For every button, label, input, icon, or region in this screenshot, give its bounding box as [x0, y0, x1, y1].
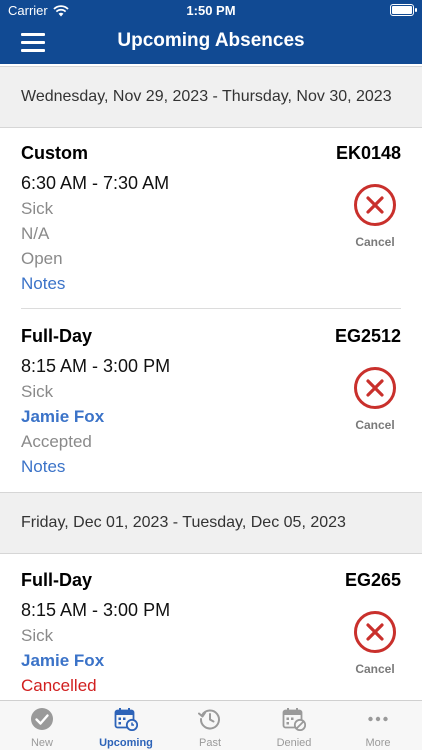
checkmark-circle-icon: [31, 708, 53, 730]
tab-past[interactable]: Past: [168, 701, 252, 750]
cancel-x-icon[interactable]: [354, 184, 396, 226]
tab-denied[interactable]: Denied: [252, 701, 336, 750]
status-bar: Carrier 1:50 PM: [0, 0, 422, 22]
notes-link[interactable]: Notes: [21, 274, 65, 294]
cancel-label: Cancel: [355, 418, 395, 432]
notes-link[interactable]: Notes: [21, 457, 65, 477]
absence-card-ek0148[interactable]: Custom EK0148 6:30 AM - 7:30 AM Sick N/A…: [0, 128, 422, 308]
section-header-2: Friday, Dec 01, 2023 - Tuesday, Dec 05, …: [0, 492, 422, 554]
absence-type: Custom: [21, 143, 88, 163]
substitute-name[interactable]: Jamie Fox: [21, 651, 104, 671]
section-date-range: Wednesday, Nov 29, 2023 - Thursday, Nov …: [21, 88, 392, 105]
section-header-1: Wednesday, Nov 29, 2023 - Thursday, Nov …: [0, 66, 422, 128]
cancel-label: Cancel: [355, 235, 395, 249]
absence-code: EK0148: [335, 143, 401, 163]
tab-label: More: [365, 737, 391, 749]
tab-new[interactable]: New: [0, 701, 84, 750]
absence-card-eg265[interactable]: Full-Day EG265 8:15 AM - 3:00 PM Sick Ja…: [0, 555, 422, 700]
absence-type: Full-Day: [21, 570, 93, 590]
page-title: Upcoming Absences: [117, 30, 305, 51]
absence-reason: Sick: [21, 626, 54, 645]
absence-status: Accepted: [21, 432, 92, 451]
absence-type: Full-Day: [21, 326, 93, 346]
cancel-x-icon[interactable]: [354, 611, 396, 653]
calendar-clock-icon: [114, 708, 138, 731]
calendar-denied-icon: [282, 708, 306, 731]
absence-status: Cancelled: [21, 676, 97, 695]
cancel-x-icon[interactable]: [354, 367, 396, 409]
absence-reason: Sick: [21, 199, 54, 218]
tab-label: Upcoming: [99, 737, 153, 749]
navigation-bar: Upcoming Absences: [0, 22, 422, 64]
absence-time: 6:30 AM - 7:30 AM: [21, 173, 170, 193]
section-date-range: Friday, Dec 01, 2023 - Tuesday, Dec 05, …: [21, 514, 346, 531]
absence-card-eg2512[interactable]: Full-Day EG2512 8:15 AM - 3:00 PM Sick J…: [0, 311, 422, 491]
cancel-label: Cancel: [355, 662, 395, 676]
tab-label: New: [30, 737, 53, 749]
history-icon: [198, 709, 220, 730]
absence-reason: Sick: [21, 382, 54, 401]
card-divider: [21, 308, 401, 309]
more-dots-icon: [368, 716, 388, 722]
absence-code: EG265: [344, 570, 401, 590]
substitute-name[interactable]: Jamie Fox: [21, 407, 104, 427]
status-time: 1:50 PM: [186, 3, 236, 18]
tab-more[interactable]: More: [336, 701, 420, 750]
battery-icon: [390, 4, 417, 16]
app-header: Carrier 1:50 PM Upcoming Absences: [0, 0, 422, 64]
absences-list[interactable]: Wednesday, Nov 29, 2023 - Thursday, Nov …: [0, 64, 422, 700]
tab-label: Denied: [276, 737, 312, 749]
upcoming-absences-screen: Carrier 1:50 PM Upcoming Absences Wednes…: [0, 0, 422, 750]
absence-substitute: N/A: [21, 224, 50, 243]
absence-code: EG2512: [334, 326, 401, 346]
tab-upcoming[interactable]: Upcoming: [84, 701, 168, 750]
absence-time: 8:15 AM - 3:00 PM: [21, 356, 171, 376]
tab-label: Past: [198, 737, 221, 749]
tab-bar: New Upcoming Past Denied More: [0, 700, 422, 750]
absence-status: Open: [21, 249, 63, 268]
absence-time: 8:15 AM - 3:00 PM: [21, 600, 171, 620]
